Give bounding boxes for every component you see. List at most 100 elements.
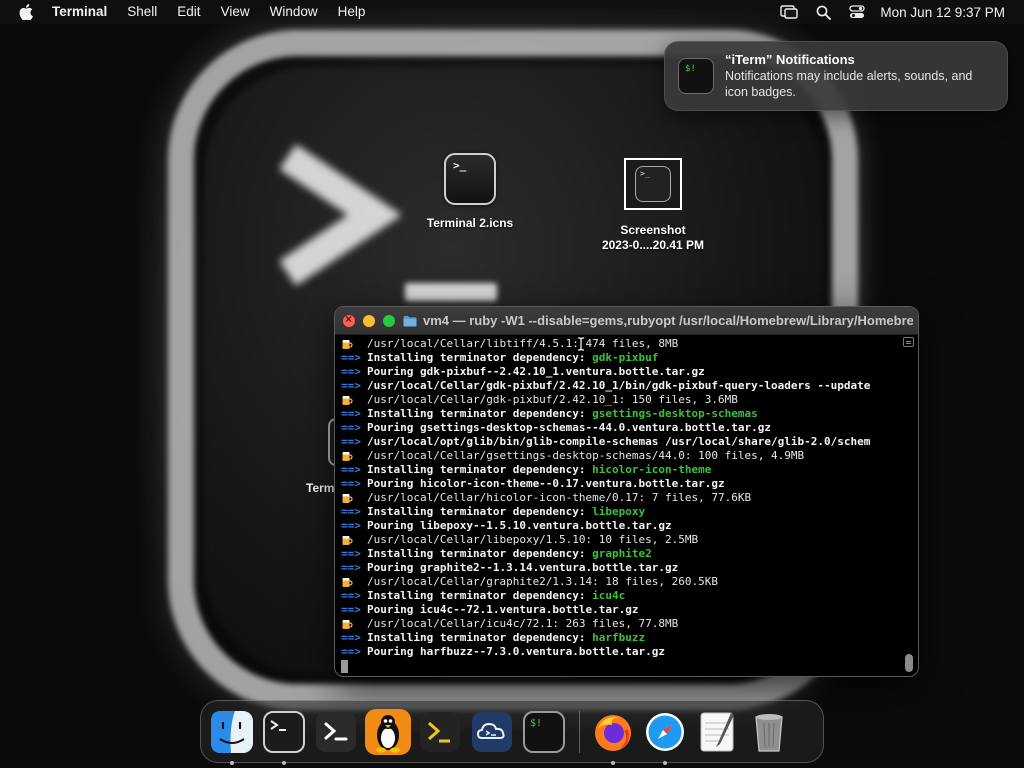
terminal-line: /usr/local/Cellar/gdk-pixbuf/2.42.10_1: … xyxy=(341,393,901,407)
menu-shell[interactable]: Shell xyxy=(117,0,167,24)
linux-penguin-icon xyxy=(365,708,411,755)
screen-mirroring-icon[interactable] xyxy=(772,0,806,24)
dock-item-safari[interactable] xyxy=(642,709,688,765)
terminal-line: ==> Pouring gdk-pixbuf--2.42.10_1.ventura… xyxy=(341,365,901,379)
terminal-line: ==> Pouring harfbuzz--7.3.0.ventura.bottl… xyxy=(341,645,901,659)
beer-mug-icon xyxy=(342,494,353,503)
search-icon[interactable] xyxy=(806,0,840,24)
dock-item-firefox[interactable] xyxy=(590,709,636,765)
scrollbar-menu-button[interactable] xyxy=(903,337,914,347)
trash-icon xyxy=(746,709,792,755)
folder-icon xyxy=(403,315,417,326)
terminal-line-text: Pouring icu4c--72.1.ventura.bottle.tar.g… xyxy=(367,603,639,616)
control-center-icon[interactable] xyxy=(840,0,874,24)
brew-arrow-marker: ==> xyxy=(341,463,361,476)
terminal-line: ==> Installing terminator dependency: icu… xyxy=(341,589,901,603)
terminal-titlebar[interactable]: vm4 — ruby -W1 --disable=gems,rubyopt /u… xyxy=(335,307,918,335)
running-indicator xyxy=(230,760,234,765)
terminal-line-text: /usr/local/opt/glib/bin/glib-compile-sch… xyxy=(367,435,871,448)
brew-arrow-marker: ==> xyxy=(341,365,361,378)
brew-arrow-marker: ==> xyxy=(341,379,361,392)
terminal-line: /usr/local/Cellar/libepoxy/1.5.10: 10 fi… xyxy=(341,533,901,547)
brew-arrow-marker: ==> xyxy=(341,407,361,420)
dock: $! xyxy=(200,700,824,765)
terminal-window-title: vm4 — ruby -W1 --disable=gems,rubyopt /u… xyxy=(423,313,913,328)
powershell-icon xyxy=(313,709,359,755)
wallpaper-underscore xyxy=(405,283,497,301)
minimize-window-button[interactable] xyxy=(363,314,375,327)
menu-edit[interactable]: Edit xyxy=(167,0,210,24)
terminal-line xyxy=(341,659,901,673)
dock-separator xyxy=(579,710,580,753)
terminal-line-text: Pouring gdk-pixbuf--2.42.10_1.ventura.bo… xyxy=(367,365,705,378)
terminal-line-text: Pouring hicolor-icon-theme--0.17.ventura… xyxy=(367,477,725,490)
terminal-line: ==> Installing terminator dependency: gdk… xyxy=(341,351,901,365)
brew-arrow-marker: ==> xyxy=(341,519,361,532)
menu-app-name[interactable]: Terminal xyxy=(48,0,117,24)
firefox-icon xyxy=(590,709,636,755)
terminal-line-text: Pouring graphite2--1.3.14.ventura.bottle… xyxy=(367,561,679,574)
terminal-line-text: Pouring gsettings-desktop-schemas--44.0.… xyxy=(367,421,771,434)
brew-arrow-marker: ==> xyxy=(341,505,361,518)
brew-arrow-marker: ==> xyxy=(341,645,361,658)
dock-item-cloud-shell[interactable] xyxy=(469,709,515,755)
brew-arrow-marker: ==> xyxy=(341,603,361,616)
desktop-file-screenshot[interactable]: >_ Screenshot 2023-0....20.41 PM xyxy=(590,158,716,253)
close-window-button[interactable] xyxy=(343,312,355,327)
terminal-line: ==> /usr/local/Cellar/gdk-pixbuf/2.42.10_… xyxy=(341,379,901,393)
terminal-content[interactable]: /usr/local/Cellar/libtiff/4.5.1: 474 fil… xyxy=(335,335,918,676)
notification-banner[interactable]: $! “iTerm” Notifications Notifications m… xyxy=(664,41,1008,111)
iterm-icon-text: $! xyxy=(685,64,696,74)
dock-item-iterm[interactable]: $! xyxy=(521,709,567,755)
dock-item-trash[interactable] xyxy=(746,709,792,755)
dependency-package-name: libepoxy xyxy=(592,505,646,518)
brew-arrow-marker: ==> xyxy=(341,435,361,448)
menu-view[interactable]: View xyxy=(211,0,260,24)
menu-help[interactable]: Help xyxy=(328,0,376,24)
menu-window[interactable]: Window xyxy=(260,0,328,24)
terminal-line: /usr/local/Cellar/gsettings-desktop-sche… xyxy=(341,449,901,463)
notification-title: “iTerm” Notifications xyxy=(725,52,855,67)
terminal-scrollbar[interactable] xyxy=(903,335,914,676)
safari-icon xyxy=(642,709,688,755)
terminal-line-text: /usr/local/Cellar/gdk-pixbuf/2.42.10_1: … xyxy=(367,393,738,406)
brew-arrow-marker: ==> xyxy=(341,631,361,644)
terminal-line: ==> Pouring hicolor-icon-theme--0.17.vent… xyxy=(341,477,901,491)
terminal-line-text: Installing terminator dependency: xyxy=(367,351,593,364)
running-indicator xyxy=(663,760,667,765)
dependency-package-name: harfbuzz xyxy=(592,631,646,644)
brew-arrow-marker: ==> xyxy=(341,421,361,434)
zoom-window-button[interactable] xyxy=(383,314,395,327)
dock-item-terminal[interactable] xyxy=(261,709,307,765)
scrollbar-thumb[interactable] xyxy=(905,654,913,672)
dock-item-finder[interactable] xyxy=(209,709,255,765)
dock-item-powershell[interactable] xyxy=(313,709,359,755)
beer-mug-icon xyxy=(342,620,353,629)
apple-menu-icon[interactable] xyxy=(16,2,36,22)
menu-bar: Terminal Shell Edit View Window Help Mon… xyxy=(0,0,1024,24)
screenshot-thumbnail-icon: >_ xyxy=(624,158,682,210)
menu-clock[interactable]: Mon Jun 12 9:37 PM xyxy=(874,5,1024,20)
terminal-window[interactable]: vm4 — ruby -W1 --disable=gems,rubyopt /u… xyxy=(334,306,919,677)
dock-item-prompt[interactable] xyxy=(417,709,463,755)
desktop-file-label: Terminal 2.icns xyxy=(426,216,514,230)
dependency-package-name: hicolor-icon-theme xyxy=(592,463,712,476)
dock-item-linux[interactable] xyxy=(365,708,411,755)
svg-text:$!: $! xyxy=(530,718,542,729)
terminal-line: /usr/local/Cellar/hicolor-icon-theme/0.1… xyxy=(341,491,901,505)
dock-item-textedit[interactable] xyxy=(694,709,740,755)
textedit-icon xyxy=(694,709,740,755)
finder-icon xyxy=(209,709,255,755)
wallpaper-chevron-icon xyxy=(280,145,400,285)
desktop-file-terminal-icns[interactable]: >_ Terminal 2.icns xyxy=(418,153,522,231)
terminal-block-cursor xyxy=(341,660,348,673)
brew-arrow-marker: ==> xyxy=(341,351,361,364)
terminal-line-text: Installing terminator dependency: xyxy=(367,631,593,644)
terminal-line: ==> Pouring graphite2--1.3.14.ventura.bot… xyxy=(341,561,901,575)
terminal-line-text: Installing terminator dependency: xyxy=(367,407,593,420)
beer-mug-icon xyxy=(342,452,353,461)
notification-body: Notifications may include alerts, sounds… xyxy=(725,69,973,99)
running-indicator xyxy=(611,760,615,765)
terminal-line-text: Installing terminator dependency: xyxy=(367,505,593,518)
iterm-app-icon: $! xyxy=(678,58,714,94)
